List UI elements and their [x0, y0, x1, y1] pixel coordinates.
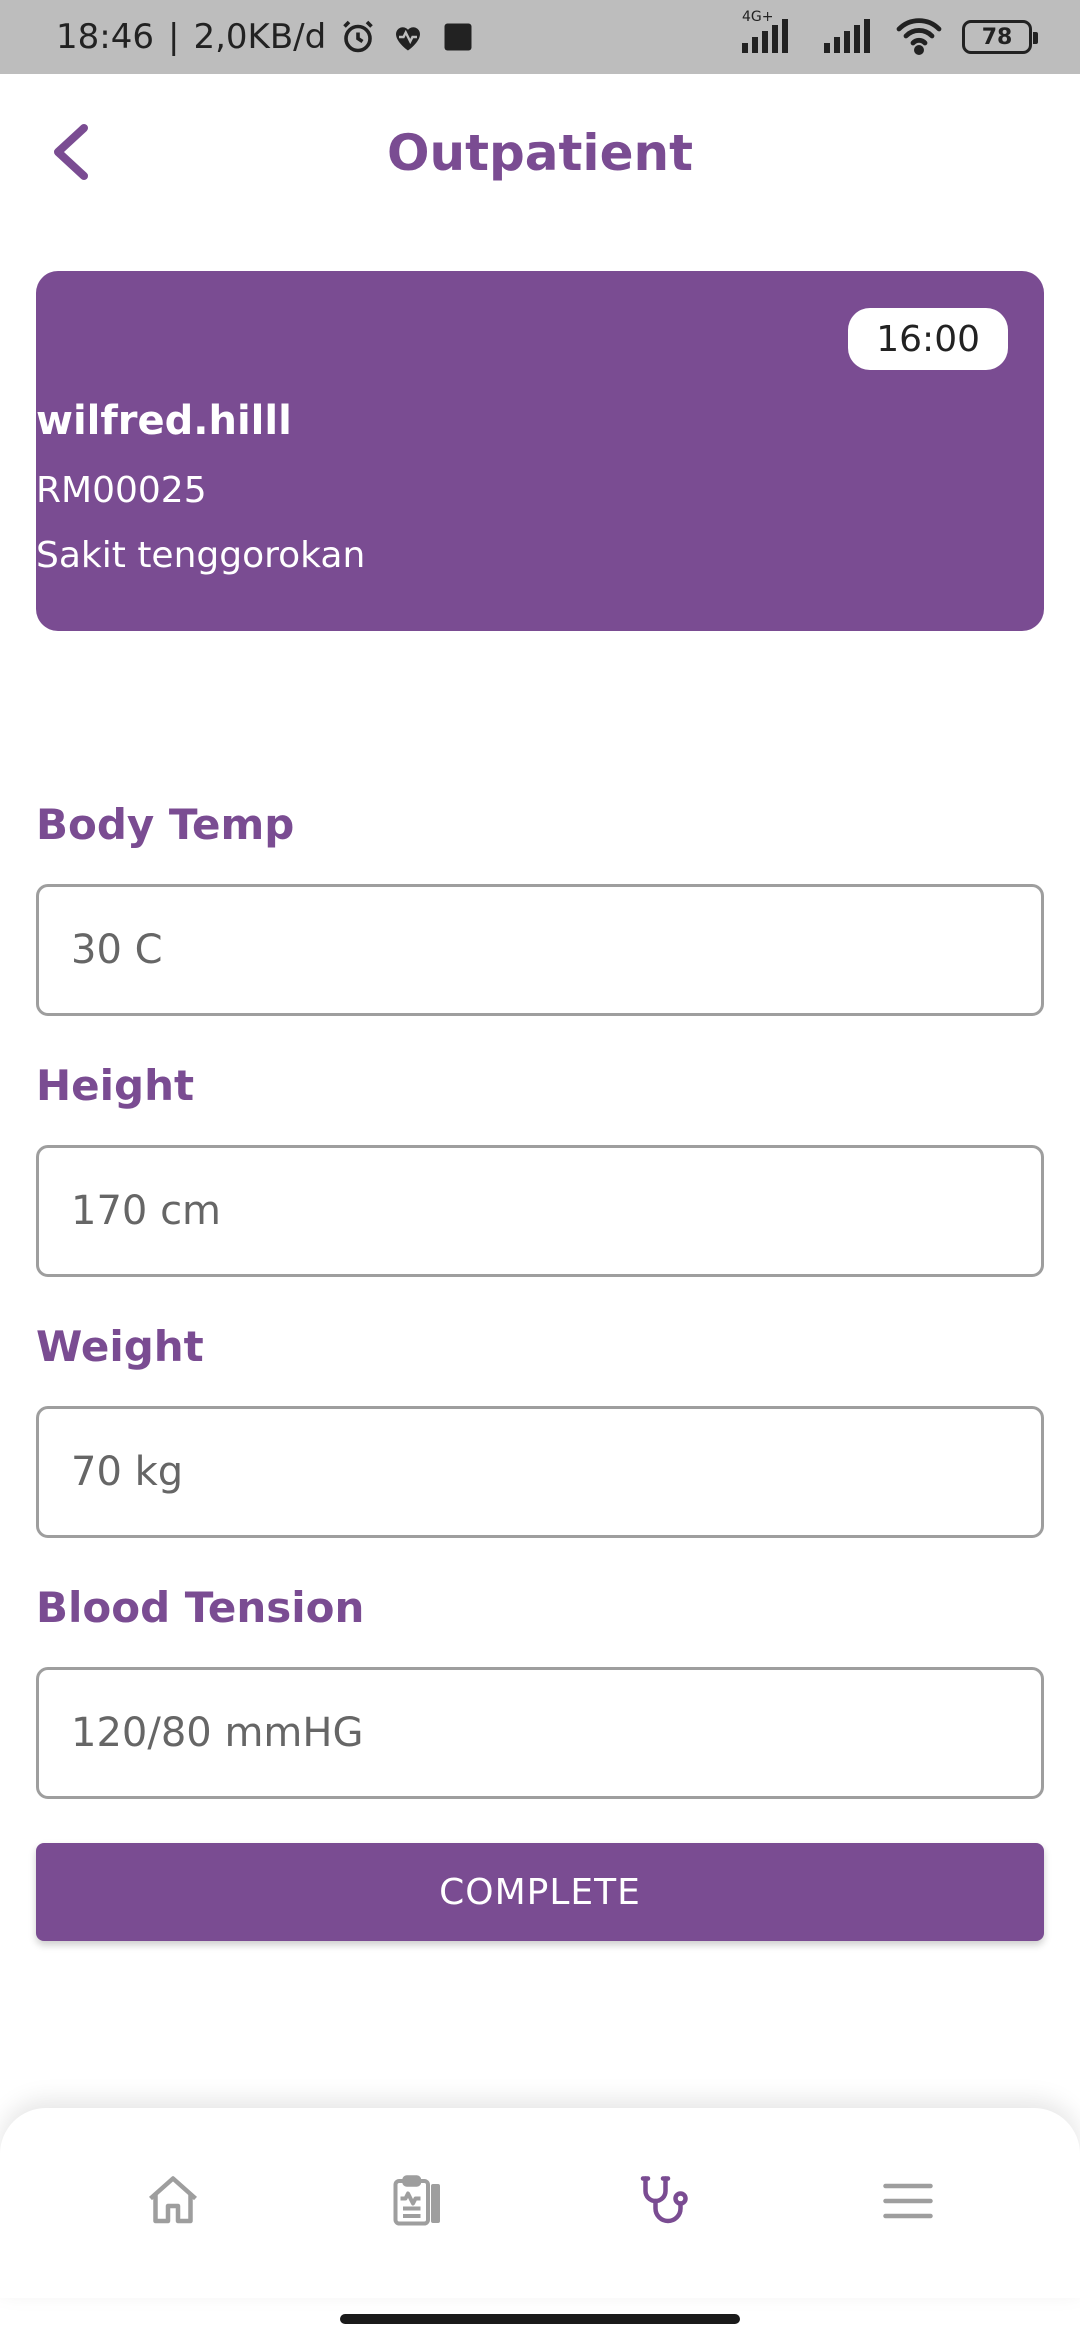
- wifi-icon: [894, 15, 944, 59]
- patient-record-number: RM00025: [36, 470, 207, 511]
- status-bar: 18:46 | 2,0KB/d 4G+ 78: [0, 0, 1080, 74]
- body-temp-label: Body Temp: [36, 800, 295, 849]
- body-temp-input[interactable]: [36, 884, 1044, 1016]
- chevron-left-icon: [48, 122, 92, 186]
- stethoscope-icon: [633, 2171, 693, 2235]
- app-header: Outpatient: [0, 74, 1080, 232]
- height-input[interactable]: [36, 1145, 1044, 1277]
- weight-label: Weight: [36, 1322, 204, 1371]
- patient-name: wilfred.hilll: [36, 398, 292, 444]
- gesture-bar[interactable]: [340, 2314, 740, 2324]
- nav-menu[interactable]: [843, 2148, 973, 2258]
- signal-icon: 4G+: [738, 9, 804, 59]
- back-button[interactable]: [34, 118, 106, 190]
- blood-tension-label: Blood Tension: [36, 1583, 365, 1632]
- heart-icon: [390, 19, 426, 55]
- page-title: Outpatient: [387, 124, 693, 182]
- clock-time: 18:46: [56, 17, 154, 57]
- patient-card[interactable]: 16:00: [36, 271, 1044, 631]
- nav-examination[interactable]: [598, 2148, 728, 2258]
- battery-indicator: 78: [962, 20, 1038, 54]
- patient-complaint: Sakit tenggorokan: [36, 535, 366, 576]
- signal-icon: [822, 15, 876, 59]
- blood-tension-input[interactable]: [36, 1667, 1044, 1799]
- nav-medical-records[interactable]: [353, 2148, 483, 2258]
- weight-input[interactable]: [36, 1406, 1044, 1538]
- status-left: 18:46 | 2,0KB/d: [56, 17, 476, 57]
- nav-home[interactable]: [108, 2148, 238, 2258]
- status-right: 4G+ 78: [738, 9, 1038, 59]
- data-rate: 2,0KB/d: [193, 17, 327, 57]
- network-type-label: 4G+: [742, 9, 774, 25]
- square-icon: [440, 19, 476, 55]
- status-separator: |: [167, 17, 180, 57]
- height-label: Height: [36, 1061, 195, 1110]
- bottom-navigation: [0, 2108, 1080, 2298]
- menu-icon: [878, 2171, 938, 2235]
- clipboard-icon: [388, 2171, 448, 2235]
- alarm-icon: [340, 19, 376, 55]
- appointment-time-badge: 16:00: [848, 308, 1008, 370]
- complete-button[interactable]: COMPLETE: [36, 1843, 1044, 1941]
- home-icon: [143, 2171, 203, 2235]
